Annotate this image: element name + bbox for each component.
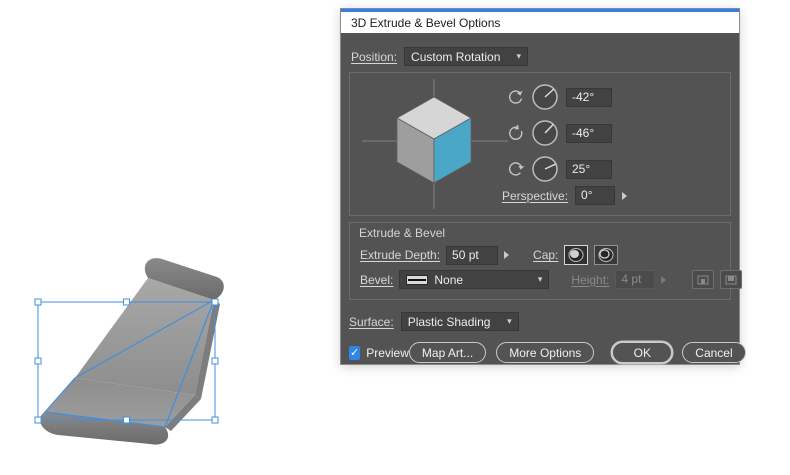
selection-handle-top-right[interactable] — [211, 298, 219, 306]
more-options-button[interactable]: More Options — [496, 342, 595, 363]
bevel-extent-in-button — [720, 270, 743, 289]
extrude-depth-label: Extrude Depth: — [360, 248, 441, 262]
chevron-down-icon: ▾ — [507, 316, 512, 326]
ok-button[interactable]: OK — [612, 342, 673, 363]
position-dropdown[interactable]: Custom Rotation ▾ — [404, 47, 529, 66]
chevron-right-icon — [661, 275, 667, 284]
selection-handle-bottom-left[interactable] — [34, 416, 42, 424]
surface-value: Plastic Shading — [407, 314, 491, 329]
preview-checkbox[interactable]: ✓ — [349, 345, 361, 360]
bevel-none-swatch-icon — [406, 274, 429, 285]
cap-off-icon — [598, 248, 614, 262]
surface-dropdown[interactable]: Plastic Shading ▾ — [400, 312, 519, 331]
chevron-right-icon[interactable] — [504, 251, 510, 259]
bevel-extent-out-button — [692, 270, 715, 289]
rotate-y-value-field[interactable]: -46° — [566, 123, 612, 143]
height-field: 4 pt — [615, 270, 656, 289]
rotate-z-icon — [509, 162, 525, 176]
dialog-title: 3D Extrude & Bevel Options — [351, 15, 501, 30]
rotate-x-value-field[interactable]: -42° — [566, 87, 612, 107]
selection-handle-bottom-mid[interactable] — [123, 416, 130, 424]
rotation-group: -42° -46° 25° Perspective: 0° — [349, 72, 731, 216]
cap-off-button[interactable] — [594, 245, 619, 265]
rotate-z-dial[interactable] — [530, 154, 560, 184]
bevel-value: None — [434, 272, 464, 287]
extrude-bevel-group: Extrude & Bevel Extrude Depth: 50 pt Cap… — [349, 222, 743, 300]
position-label: Position: — [351, 49, 398, 64]
rotation-cube-preview[interactable] — [350, 73, 520, 215]
cap-on-icon — [568, 248, 584, 262]
rotate-x-icon — [509, 90, 523, 104]
dialog-titlebar[interactable]: 3D Extrude & Bevel Options — [341, 9, 739, 33]
3d-extrude-bevel-dialog: 3D Extrude & Bevel Options Position: Cus… — [340, 8, 746, 365]
map-art-button[interactable]: Map Art... — [408, 342, 487, 363]
chair-artwork[interactable] — [18, 246, 248, 456]
rotate-y-dial[interactable] — [530, 118, 560, 148]
bevel-extent-in-icon — [725, 275, 737, 284]
bevel-dropdown[interactable]: None ▾ — [399, 270, 550, 289]
chair-backrest-face — [75, 278, 214, 395]
perspective-value-field[interactable]: 0° — [575, 186, 616, 205]
selection-handle-mid-right[interactable] — [211, 357, 219, 365]
preview-label: Preview — [366, 345, 409, 360]
cap-on-button[interactable] — [564, 245, 589, 265]
cap-label: Cap: — [533, 248, 559, 262]
bevel-label: Bevel: — [360, 272, 394, 287]
extrude-depth-field[interactable]: 50 pt — [446, 245, 499, 265]
selection-handle-top-mid[interactable] — [123, 298, 130, 306]
chevron-down-icon: ▾ — [516, 51, 522, 61]
perspective-label: Perspective: — [502, 188, 569, 203]
height-label: Height: — [571, 272, 610, 287]
bevel-extent-out-icon — [697, 275, 709, 284]
selection-handle-bottom-right[interactable] — [211, 416, 219, 424]
rotate-x-dial[interactable] — [530, 82, 560, 112]
surface-label: Surface: — [349, 314, 394, 329]
chevron-down-icon: ▾ — [537, 274, 543, 284]
check-icon: ✓ — [350, 346, 360, 359]
selection-handle-top-left[interactable] — [34, 298, 42, 306]
position-value: Custom Rotation — [411, 49, 501, 64]
rotate-z-value-field[interactable]: 25° — [566, 159, 612, 179]
extrude-bevel-section-title: Extrude & Bevel — [359, 226, 446, 240]
rotate-y-icon — [509, 124, 523, 140]
cancel-button[interactable]: Cancel — [682, 342, 746, 363]
dialog-body: Position: Custom Rotation ▾ -42° -46° 25… — [341, 33, 746, 373]
selection-handle-mid-left[interactable] — [34, 357, 42, 365]
chevron-right-icon[interactable] — [622, 191, 628, 200]
